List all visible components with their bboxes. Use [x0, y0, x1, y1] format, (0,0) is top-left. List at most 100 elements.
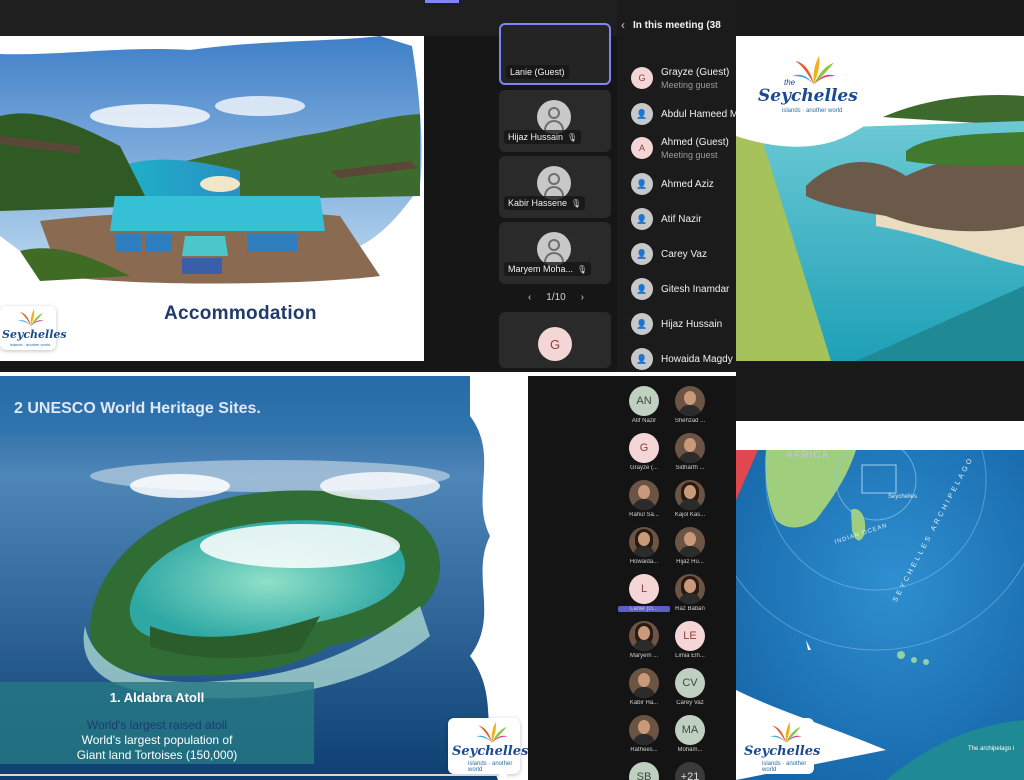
seychelles-logo: Seychelles islands · another world [0, 306, 67, 350]
mic-off-icon: 🎙 [567, 133, 578, 142]
initial-avatar: CV [675, 668, 705, 698]
progress-track [0, 774, 504, 776]
participant-grid-cell[interactable]: Shehzad ... [670, 386, 710, 430]
participant-grid-cell[interactable]: MA Moham... [670, 715, 710, 759]
person-avatar-icon: 👤 [631, 173, 653, 195]
participant-grid-cell[interactable]: Maryem ... [624, 621, 664, 665]
participant-grid-cell[interactable]: Hijaz Hu... [670, 527, 710, 571]
participant-tile-kabir[interactable]: Kabir Hassene 🎙 [499, 156, 611, 218]
participant-grid-name: Raz Baban [675, 606, 705, 612]
pager-next-button[interactable]: › [581, 292, 584, 303]
back-chevron-icon[interactable]: ‹ [621, 18, 625, 32]
participant-grid-name: Atif Nazir [631, 418, 657, 424]
person-name: Howaida Magdy [661, 354, 733, 365]
logo-wordmark: Seychelles [744, 744, 821, 759]
meeting-window-bottom: 2 UNESCO World Heritage Sites. 1. Aldabr… [0, 376, 736, 780]
person-avatar-icon: 👤 [631, 278, 653, 300]
petal-mark-icon [770, 722, 802, 743]
participant-grid: AN Atif Nazir Shehzad ... G Grayze (... Sidha… [618, 386, 720, 780]
person-role: Meeting guest [661, 150, 718, 160]
people-list-item[interactable]: 👤 Howaida Magdy [631, 344, 736, 372]
participant-grid-cell[interactable]: SB [624, 762, 664, 780]
participant-grid-cell[interactable]: Kajol Kas... [670, 480, 710, 524]
panel-title: In this meeting (38 [633, 20, 721, 31]
participant-photo [675, 527, 705, 557]
person-avatar-icon: 👤 [631, 208, 653, 230]
progress-handle[interactable] [499, 771, 507, 779]
participant-name-row: Hijaz Hussain 🎙 [504, 130, 582, 144]
petal-mark-icon [18, 309, 44, 326]
person-role: Meeting guest [661, 80, 718, 90]
participant-photo [629, 480, 659, 510]
mic-off-icon: 🎙 [571, 199, 582, 208]
participant-tile-maryem[interactable]: Maryem Moha... 🎙 [499, 222, 611, 284]
map-label-seychelles: Seychelles [888, 494, 918, 500]
participant-grid-cell[interactable]: L Lanie (G... [618, 574, 670, 618]
participant-grid-cell[interactable]: +21 [670, 762, 710, 780]
participant-grid-cell[interactable]: Sidharth ... [670, 433, 710, 477]
participant-grid-name: Shehzad ... [674, 418, 706, 424]
person-name: Ahmed (Guest) [661, 137, 729, 148]
participant-grid-cell[interactable]: CV Carey Vaz [670, 668, 710, 712]
people-list-item[interactable]: G Grayze (Guest) Meeting guest [631, 63, 736, 93]
participant-grid-cell[interactable]: Rathees... [624, 715, 664, 759]
participant-photo [629, 668, 659, 698]
logo-tagline: islands · another world [782, 108, 843, 114]
seychelles-logo: the Seychelles islands · another world [752, 54, 858, 124]
logo-wordmark: Seychelles [452, 744, 528, 759]
info-box-title: 1. Aldabra Atoll [109, 690, 205, 705]
people-list-item[interactable]: 👤 Atif Nazir [631, 204, 736, 234]
participant-grid-cell[interactable]: Rahul Sa... [624, 480, 664, 524]
participant-photo [629, 621, 659, 651]
map-label-africa: AFRICA [786, 450, 830, 461]
participant-grid-cell[interactable]: AN Atif Nazir [624, 386, 664, 430]
participant-grid-cell[interactable]: Raz Baban [670, 574, 710, 618]
people-list-item[interactable]: 👤 Gitesh Inamdar [631, 274, 736, 304]
people-list-item[interactable]: 👤 Abdul Hameed M [631, 99, 736, 129]
aldabra-info-box: 1. Aldabra Atoll World's largest raised … [0, 682, 314, 764]
initial-avatar: A [631, 137, 653, 159]
mic-off-icon: 🎙 [577, 265, 588, 274]
shared-slide-beach: the Seychelles islands · another world [736, 36, 1024, 361]
participant-photo [675, 574, 705, 604]
window-top-bar [736, 0, 1024, 36]
participant-grid-name: Howaida... [629, 559, 659, 565]
person-name: Grayze (Guest) [661, 67, 730, 78]
pager-prev-button[interactable]: ‹ [528, 292, 531, 303]
participant-grid-name: Limia Elh... [675, 653, 705, 659]
person-avatar-icon: 👤 [631, 348, 653, 370]
participant-grid-name: Lanie (G... [618, 606, 670, 612]
participant-grid-name: Kajol Kas... [674, 512, 706, 518]
people-list-item[interactable]: 👤 Carey Vaz [631, 239, 736, 269]
info-box-line: World's largest population of [81, 733, 233, 747]
info-box-line: Giant land Tortoises (150,000) [76, 748, 238, 762]
initial-avatar: AN [629, 386, 659, 416]
window-bottom-bar [736, 361, 1024, 421]
participant-grid-name: Grayze (... [629, 465, 658, 471]
person-avatar-icon [537, 232, 571, 266]
slide-title: 2 UNESCO World Heritage Sites. [14, 400, 261, 417]
participant-tile-hijaz[interactable]: Hijaz Hussain 🎙 [499, 90, 611, 152]
participant-grid-name: Rahul Sa... [629, 512, 659, 518]
logo-tagline: islands · another world [10, 342, 51, 347]
logo-wordmark: Seychelles [2, 328, 67, 341]
more-participants-badge: +21 [675, 762, 705, 780]
tile-pager: ‹ 1/10 › [528, 292, 584, 303]
shared-slide-map: AFRICA Seychelles INDIAN OCEAN SEYCHELLE… [736, 450, 1024, 780]
participant-grid-cell[interactable]: Kabir Ha... [624, 668, 664, 712]
person-avatar-icon: 👤 [631, 313, 653, 335]
people-list-item[interactable]: 👤 Ahmed Aziz [631, 169, 736, 199]
participant-photo [675, 433, 705, 463]
participant-tile-lanie[interactable]: Lanie (Guest) [499, 23, 611, 85]
people-list-item[interactable]: 👤 Hijaz Hussain [631, 309, 736, 339]
participant-grid-cell[interactable]: LE Limia Elh... [670, 621, 710, 665]
participant-grid-cell[interactable]: Howaida... [624, 527, 664, 571]
person-name: Ahmed Aziz [661, 179, 714, 190]
people-list-item[interactable]: A Ahmed (Guest) Meeting guest [631, 133, 736, 163]
participant-grid-name: Rathees... [630, 747, 658, 753]
initial-avatar: SB [629, 762, 659, 780]
participant-grid-name: Kabir Ha... [629, 700, 659, 706]
participant-grid-cell[interactable]: G Grayze (... [624, 433, 664, 477]
logo-tagline: islands · another world [468, 761, 513, 773]
logo-tagline: islands · another world [762, 761, 807, 773]
